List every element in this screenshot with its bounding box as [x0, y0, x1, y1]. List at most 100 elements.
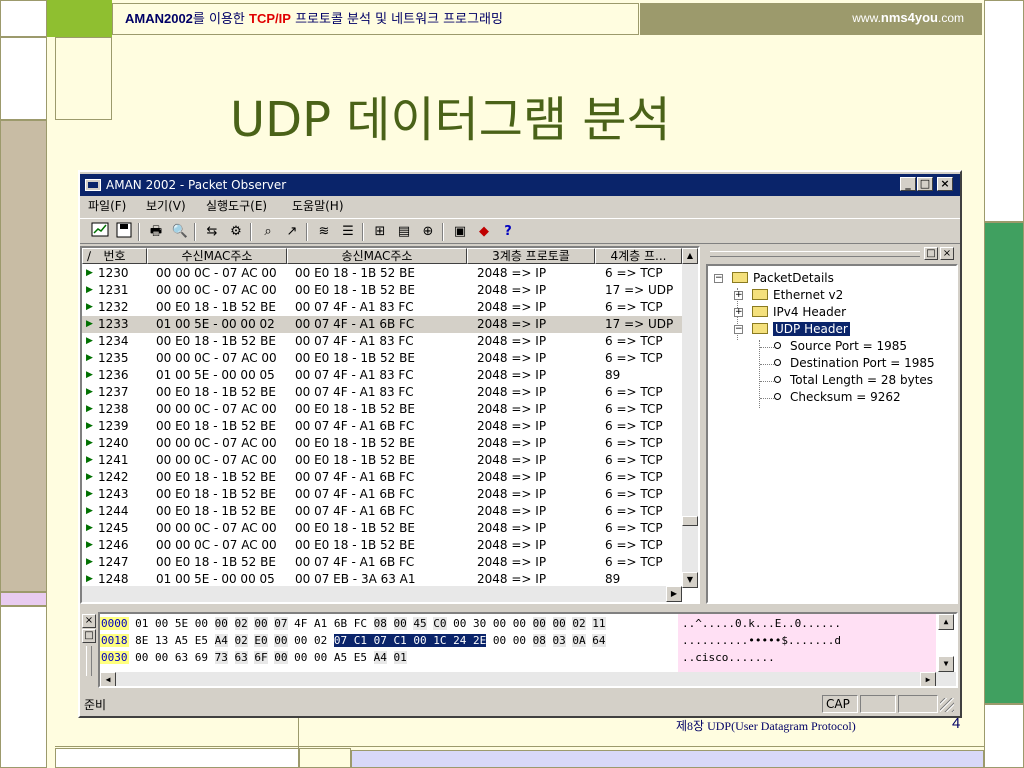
- tree-node-ipv4[interactable]: + IPv4 Header: [734, 304, 846, 321]
- packet-cell-dst: 00 00 0C - 07 AC 00: [156, 521, 277, 535]
- capture-filter-icon[interactable]: ⚙: [226, 222, 246, 242]
- zoom-icon[interactable]: ⊕: [418, 222, 438, 242]
- column-header-l3[interactable]: 3계층 프로토콜: [467, 248, 595, 264]
- column-header-src-mac[interactable]: 송신MAC주소: [287, 248, 467, 264]
- hex-grip[interactable]: [86, 646, 92, 676]
- tree-leaf[interactable]: Source Port = 1985: [774, 338, 907, 355]
- tree-leaf[interactable]: Checksum = 9262: [774, 389, 901, 406]
- packet-cell-no: 1240: [98, 436, 129, 450]
- hex-scroll-down-icon[interactable]: ▼: [938, 656, 954, 672]
- scroll-right-icon[interactable]: ▶: [666, 586, 682, 602]
- hex-horizontal-scrollbar[interactable]: ◀ ▶: [100, 672, 956, 686]
- traffic-icon[interactable]: ▤: [394, 222, 414, 242]
- packet-row[interactable]: ▶ 1247 00 E0 18 - 1B 52 BE 00 07 4F - A1 6B…: [82, 554, 682, 571]
- hex-close-icon[interactable]: ×: [82, 614, 96, 628]
- panel-restore-button[interactable]: □: [924, 247, 938, 260]
- list-icon[interactable]: ☰: [338, 222, 358, 242]
- collapse-icon[interactable]: −: [714, 274, 723, 283]
- packet-cell-no: 1233: [98, 317, 129, 331]
- maximize-button[interactable]: □: [917, 177, 933, 191]
- resize-grip[interactable]: [940, 698, 954, 712]
- print-preview-icon[interactable]: 🔍: [170, 222, 190, 242]
- packet-row[interactable]: ▶ 1245 00 00 0C - 07 AC 00 00 E0 18 - 1B 52…: [82, 520, 682, 537]
- packet-row[interactable]: ▶ 1230 00 00 0C - 07 AC 00 00 E0 18 - 1B 52…: [82, 265, 682, 282]
- expand-icon[interactable]: +: [734, 308, 743, 317]
- packet-details-tree[interactable]: − PacketDetails + Ethernet v2 + IPv4 Hea…: [706, 264, 958, 604]
- stop-icon[interactable]: ◆: [474, 222, 494, 242]
- network-icon[interactable]: ⊞: [370, 222, 390, 242]
- statistics-icon[interactable]: ≋: [314, 222, 334, 242]
- status-cap-label: CAP: [826, 697, 850, 711]
- save-icon[interactable]: [114, 222, 134, 242]
- column-header-number[interactable]: ∕ 번호: [82, 248, 147, 264]
- hex-scroll-right-icon[interactable]: ▶: [920, 672, 936, 686]
- deco-block: [55, 748, 299, 768]
- packet-row[interactable]: ▶ 1239 00 E0 18 - 1B 52 BE 00 07 4F - A1 6B…: [82, 418, 682, 435]
- tree-leaf[interactable]: Total Length = 28 bytes: [774, 372, 933, 389]
- tree-leaf[interactable]: Destination Port = 1985: [774, 355, 935, 372]
- horizontal-scrollbar[interactable]: ▶: [82, 586, 682, 602]
- hex-byte: C0: [433, 617, 447, 630]
- packet-cell-l4: 6 => TCP: [605, 470, 663, 484]
- packet-list-header: ∕ 번호 수신MAC주소 송신MAC주소 3계층 프로토콜 4계층 프...: [82, 248, 682, 264]
- menu-file[interactable]: 파일(F): [88, 198, 126, 214]
- packet-row[interactable]: ▶ 1244 00 E0 18 - 1B 52 BE 00 07 4F - A1 6B…: [82, 503, 682, 520]
- packet-row[interactable]: ▶ 1235 00 00 0C - 07 AC 00 00 E0 18 - 1B 52…: [82, 350, 682, 367]
- packet-row[interactable]: ▶ 1232 00 E0 18 - 1B 52 BE 00 07 4F - A1 83…: [82, 299, 682, 316]
- open-file-icon[interactable]: ▣: [450, 222, 470, 242]
- export-icon[interactable]: ↗: [282, 222, 302, 242]
- column-header-l4[interactable]: 4계층 프...: [595, 248, 682, 264]
- menu-help[interactable]: 도움말(H): [292, 198, 344, 214]
- row-arrow-icon: ▶: [86, 523, 93, 533]
- hex-dump[interactable]: 0000 01 00 5E 00 00 02 00 07 4F A1 6B FC…: [98, 612, 958, 688]
- close-button[interactable]: ×: [937, 177, 953, 191]
- deco-block: [0, 37, 47, 120]
- chart-icon[interactable]: [90, 222, 110, 242]
- hex-restore-icon[interactable]: □: [82, 629, 96, 643]
- url-domain: nms4you: [880, 10, 938, 25]
- panel-grip[interactable]: [710, 251, 920, 257]
- packet-row[interactable]: ▶ 1234 00 E0 18 - 1B 52 BE 00 07 4F - A1 83…: [82, 333, 682, 350]
- packet-row[interactable]: ▶ 1233 01 00 5E - 00 00 02 00 07 4F - A1 6B…: [82, 316, 682, 333]
- packet-row[interactable]: ▶ 1241 00 00 0C - 07 AC 00 00 E0 18 - 1B 52…: [82, 452, 682, 469]
- scroll-thumb[interactable]: [682, 516, 698, 526]
- packet-cell-src: 00 E0 18 - 1B 52 BE: [295, 453, 415, 467]
- packet-row[interactable]: ▶ 1242 00 E0 18 - 1B 52 BE 00 07 4F - A1 6B…: [82, 469, 682, 486]
- packet-list[interactable]: ∕ 번호 수신MAC주소 송신MAC주소 3계층 프로토콜 4계층 프... ▶ 1…: [80, 246, 700, 604]
- hex-byte: 08: [373, 617, 387, 630]
- toolbar-separator: [362, 223, 364, 241]
- tree-node-udp[interactable]: − UDP Header: [734, 321, 851, 338]
- menu-view[interactable]: 보기(V): [146, 198, 186, 214]
- packet-row[interactable]: ▶ 1238 00 00 0C - 07 AC 00 00 E0 18 - 1B 52…: [82, 401, 682, 418]
- scroll-up-icon[interactable]: ▲: [682, 248, 698, 264]
- packet-row[interactable]: ▶ 1236 01 00 5E - 00 00 05 00 07 4F - A1 83…: [82, 367, 682, 384]
- hex-byte: 01: [135, 617, 149, 630]
- tree-root[interactable]: − PacketDetails: [714, 270, 834, 287]
- hex-scroll-up-icon[interactable]: ▲: [938, 614, 954, 630]
- column-header-dst-mac[interactable]: 수신MAC주소: [147, 248, 287, 264]
- search-icon[interactable]: ⌕: [258, 222, 278, 242]
- packet-row[interactable]: ▶ 1231 00 00 0C - 07 AC 00 00 E0 18 - 1B 52…: [82, 282, 682, 299]
- packet-row[interactable]: ▶ 1243 00 E0 18 - 1B 52 BE 00 07 4F - A1 6B…: [82, 486, 682, 503]
- print-icon[interactable]: 🖶: [146, 222, 166, 242]
- scroll-down-icon[interactable]: ▼: [682, 572, 698, 588]
- minimize-button[interactable]: _: [900, 177, 916, 191]
- expand-icon[interactable]: +: [734, 291, 743, 300]
- row-arrow-icon: ▶: [86, 302, 93, 312]
- tree-node-ethernet[interactable]: + Ethernet v2: [734, 287, 843, 304]
- packet-cell-l4: 6 => TCP: [605, 266, 663, 280]
- capture-start-icon[interactable]: ⇆: [202, 222, 222, 242]
- packet-row[interactable]: ▶ 1237 00 E0 18 - 1B 52 BE 00 07 4F - A1 83…: [82, 384, 682, 401]
- hex-scroll-left-icon[interactable]: ◀: [100, 672, 116, 686]
- vertical-scrollbar[interactable]: ▲ ▼: [682, 248, 698, 588]
- packet-cell-l3: 2048 => IP: [477, 368, 547, 382]
- packet-cell-l3: 2048 => IP: [477, 453, 547, 467]
- packet-row[interactable]: ▶ 1246 00 00 0C - 07 AC 00 00 E0 18 - 1B 52…: [82, 537, 682, 554]
- help-icon[interactable]: ?: [498, 222, 518, 242]
- panel-close-button[interactable]: ×: [940, 247, 954, 260]
- packet-cell-l3: 2048 => IP: [477, 334, 547, 348]
- window-titlebar[interactable]: AMAN 2002 - Packet Observer _ □ ×: [80, 174, 960, 196]
- packet-row[interactable]: ▶ 1240 00 00 0C - 07 AC 00 00 E0 18 - 1B 52…: [82, 435, 682, 452]
- menu-tools[interactable]: 실행도구(E): [206, 198, 267, 214]
- collapse-icon[interactable]: −: [734, 325, 743, 334]
